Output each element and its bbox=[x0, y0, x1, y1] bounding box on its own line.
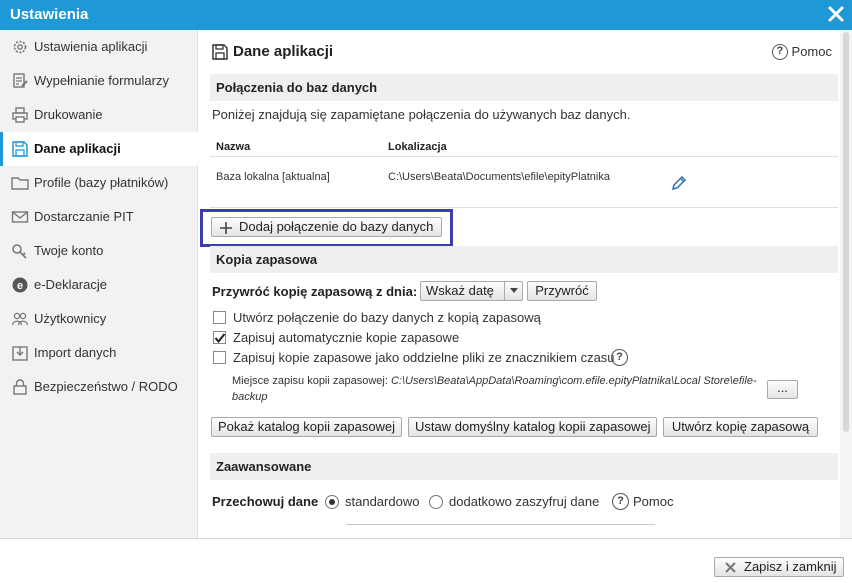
users-icon bbox=[11, 312, 29, 326]
window-title: Ustawienia bbox=[10, 6, 89, 23]
key-icon bbox=[12, 244, 27, 259]
dialog-footer: Zapisz i zamknij bbox=[0, 538, 852, 583]
sidebar-item-account[interactable]: Twoje konto bbox=[0, 234, 198, 268]
set-default-folder-button[interactable]: Ustaw domyślny katalog kopii zapasowej bbox=[408, 417, 657, 437]
save-close-button[interactable]: Zapisz i zamknij bbox=[714, 557, 844, 577]
printer-icon bbox=[12, 107, 28, 123]
e-declaration-icon: e bbox=[12, 277, 28, 293]
connection-location: C:\Users\Beata\Documents\efile\epityPlat… bbox=[388, 171, 610, 183]
radio-standard[interactable] bbox=[325, 495, 339, 509]
sidebar-item-label: Import danych bbox=[34, 345, 117, 360]
close-icon[interactable] bbox=[826, 4, 846, 24]
plus-icon bbox=[220, 222, 232, 234]
store-data-label: Przechowuj dane bbox=[212, 494, 319, 509]
add-connection-button[interactable]: Dodaj połączenie do bazy danych bbox=[211, 217, 442, 237]
checkbox-create-connection[interactable] bbox=[213, 311, 226, 324]
connections-description: Poniżej znajdują się zapamiętane połącze… bbox=[212, 107, 631, 122]
date-select-value: Wskaż datę bbox=[426, 283, 494, 298]
sidebar-item-import[interactable]: Import danych bbox=[0, 336, 198, 370]
option-label: Zapisuj kopie zapasowe jako oddzielne pl… bbox=[233, 350, 615, 365]
location-path-continued: backup bbox=[232, 391, 268, 403]
sidebar-item-label: Bezpieczeństwo / RODO bbox=[34, 379, 178, 394]
sidebar-item-label: Dostarczanie PIT bbox=[34, 209, 134, 224]
sidebar-item-label: Ustawienia aplikacji bbox=[34, 39, 148, 54]
column-header-location: Lokalizacja bbox=[388, 141, 447, 153]
save-close-label: Zapisz i zamknij bbox=[744, 559, 837, 574]
backup-location-line1: Miejsce zapisu kopii zapasowej: C:\Users… bbox=[232, 375, 757, 387]
section-title: Połączenia do baz danych bbox=[216, 80, 378, 95]
restore-button[interactable]: Przywróć bbox=[527, 281, 597, 301]
section-title: Zaawansowane bbox=[216, 459, 312, 474]
divider bbox=[210, 207, 838, 208]
sidebar-item-label: Drukowanie bbox=[34, 107, 103, 122]
help-icon: ? bbox=[771, 43, 788, 60]
sidebar-item-form-filling[interactable]: Wypełnianie formularzy bbox=[0, 64, 198, 98]
restore-label: Przywróć kopię zapasową z dnia: bbox=[212, 284, 418, 299]
sidebar-item-label: Użytkownicy bbox=[34, 311, 107, 326]
dropdown-arrow bbox=[504, 282, 522, 300]
gear-icon bbox=[13, 40, 27, 54]
radio-label: standardowo bbox=[345, 494, 420, 509]
location-label: Miejsce zapisu kopii zapasowej: bbox=[232, 375, 388, 387]
browse-button[interactable]: ... bbox=[767, 380, 798, 399]
option-label: Utwórz połączenie do bazy danych z kopią… bbox=[233, 310, 541, 325]
settings-sidebar: Ustawienia aplikacji Wypełnianie formula… bbox=[0, 30, 198, 538]
add-connection-label: Dodaj połączenie do bazy danych bbox=[239, 219, 434, 234]
help-label: Pomoc bbox=[791, 44, 832, 60]
sidebar-item-printing[interactable]: Drukowanie bbox=[0, 98, 198, 132]
sidebar-item-pit-delivery[interactable]: Dostarczanie PIT bbox=[0, 200, 198, 234]
help-label[interactable]: Pomoc bbox=[633, 494, 673, 509]
date-select[interactable]: Wskaż datę bbox=[420, 281, 523, 301]
form-fill-icon bbox=[13, 73, 28, 88]
section-header-connections: Połączenia do baz danych bbox=[210, 74, 838, 101]
help-circle-icon[interactable]: ? bbox=[611, 349, 628, 366]
connection-name: Baza lokalna [aktualna] bbox=[216, 171, 330, 183]
section-title: Kopia zapasowa bbox=[216, 252, 318, 267]
page-title-text: Dane aplikacji bbox=[233, 43, 334, 60]
checkbox-timestamp-files[interactable] bbox=[213, 351, 226, 364]
sidebar-item-label: Wypełnianie formularzy bbox=[34, 73, 169, 88]
help-circle-icon[interactable]: ? bbox=[612, 493, 629, 510]
section-header-backup: Kopia zapasowa bbox=[210, 246, 838, 273]
folder-icon bbox=[11, 177, 29, 190]
help-link[interactable]: ? Pomoc bbox=[771, 43, 832, 61]
edit-pencil-icon[interactable] bbox=[670, 174, 688, 192]
sidebar-item-label: Profile (bazy płatników) bbox=[34, 175, 169, 190]
envelope-icon bbox=[11, 211, 29, 223]
floppy-icon bbox=[12, 141, 28, 157]
sidebar-item-profiles[interactable]: Profile (bazy płatników) bbox=[0, 166, 198, 200]
section-header-advanced: Zaawansowane bbox=[210, 453, 838, 480]
radio-encrypt[interactable] bbox=[429, 495, 443, 509]
location-path: C:\Users\Beata\AppData\Roaming\com.efile… bbox=[390, 375, 757, 387]
sidebar-item-app-data[interactable]: Dane aplikacji bbox=[0, 132, 198, 166]
sidebar-item-label: Twoje konto bbox=[34, 243, 104, 258]
radio-label: dodatkowo zaszyfruj dane bbox=[449, 494, 600, 509]
sidebar-item-app-settings[interactable]: Ustawienia aplikacji bbox=[0, 30, 198, 64]
lock-icon bbox=[13, 379, 27, 395]
sidebar-item-label: Dane aplikacji bbox=[34, 141, 121, 156]
svg-text:e: e bbox=[17, 280, 23, 292]
floppy-icon bbox=[212, 44, 228, 60]
divider bbox=[210, 156, 838, 157]
sidebar-item-label: e-Deklaracje bbox=[34, 277, 107, 292]
sidebar-item-security[interactable]: Bezpieczeństwo / RODO bbox=[0, 370, 198, 404]
scrollbar-thumb[interactable] bbox=[843, 32, 849, 432]
sidebar-item-e-declarations[interactable]: e e-Deklaracje bbox=[0, 268, 198, 302]
checkmark-icon bbox=[214, 333, 226, 344]
option-label: Zapisuj automatycznie kopie zapasowe bbox=[233, 330, 460, 345]
chevron-down-icon bbox=[510, 288, 518, 293]
window-titlebar: Ustawienia bbox=[0, 0, 852, 30]
show-backup-folder-button[interactable]: Pokaż katalog kopii zapasowej bbox=[211, 417, 402, 437]
main-panel: Dane aplikacji ? Pomoc Połączenia do baz… bbox=[198, 30, 840, 538]
sidebar-item-users[interactable]: Użytkownicy bbox=[0, 302, 198, 336]
divider bbox=[346, 524, 655, 525]
checkbox-auto-backup[interactable] bbox=[213, 331, 226, 344]
column-header-name: Nazwa bbox=[216, 141, 251, 153]
import-icon bbox=[12, 346, 28, 361]
create-backup-button[interactable]: Utwórz kopię zapasową bbox=[663, 417, 818, 437]
close-icon bbox=[725, 562, 736, 573]
